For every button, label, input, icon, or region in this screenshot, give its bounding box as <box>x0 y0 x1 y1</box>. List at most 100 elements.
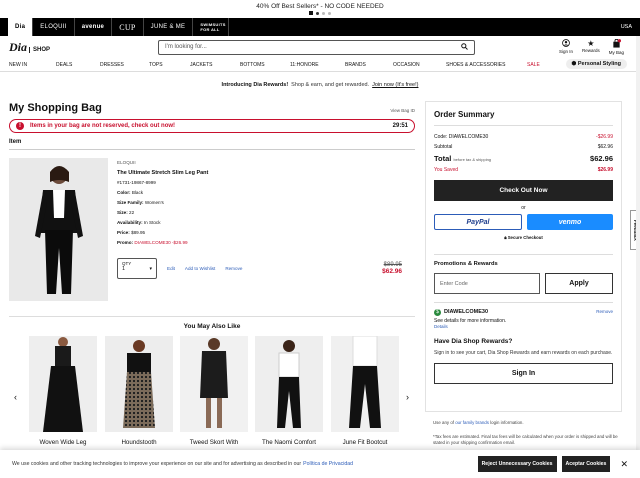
coupon-code: DIAWELCOME30 <box>444 309 489 315</box>
item-column-header: Item <box>9 139 415 150</box>
sign-in-link[interactable]: Sign In <box>559 39 573 55</box>
personal-styling-button[interactable]: ⬢ Personal Styling <box>565 59 627 69</box>
order-summary: Order Summary Code: DIAWELCOME30 -$26.99 … <box>425 101 622 412</box>
chevron-down-icon: ▾ <box>149 266 152 272</box>
search-icon[interactable] <box>461 42 468 52</box>
add-to-wishlist-link[interactable]: Add to Wishlist <box>185 266 215 271</box>
recommendation-name[interactable]: June Fit Bootcut <box>331 439 399 446</box>
product-sku: #1731-19867-8999 <box>117 180 156 185</box>
rewards-banner: Introducing Dia Rewards! Shop & earn, an… <box>0 78 640 92</box>
rewards-link[interactable]: ★ Rewards <box>582 39 600 55</box>
chevron-right-icon[interactable]: › <box>406 392 409 402</box>
nav-new-in[interactable]: NEW IN <box>9 62 27 68</box>
region-selector[interactable]: USA <box>621 24 632 30</box>
alert-text: Items in your bag are not reserved, chec… <box>30 123 176 129</box>
accept-cookies-button[interactable]: Aceptar Cookies <box>561 456 611 472</box>
total-row: Total before tax & shipping $62.96 <box>434 154 613 163</box>
privacy-policy-link[interactable]: Política de Privacidad <box>303 461 353 467</box>
join-now-link[interactable]: Join now (It's free!) <box>372 82 418 88</box>
user-icon <box>562 39 570 49</box>
cookie-text: We use cookies and other tracking techno… <box>12 461 302 467</box>
product-image[interactable] <box>9 158 108 301</box>
nav-dresses[interactable]: DRESSES <box>100 62 124 68</box>
product-brand: ELOQUII <box>117 160 136 165</box>
recommendation-card[interactable]: Tweed Skort With <box>180 336 248 446</box>
product-name[interactable]: The Ultimate Stretch Slim Leg Pant <box>117 168 208 178</box>
nav-bottoms[interactable]: BOTTOMS <box>240 62 265 68</box>
brand-eloquii[interactable]: ELOQUII <box>33 18 75 36</box>
family-brands-link[interactable]: our family brands <box>455 420 489 425</box>
carousel-dot[interactable] <box>328 11 331 15</box>
pause-icon[interactable] <box>309 11 313 15</box>
recommendation-name[interactable]: Tweed Skort With <box>180 439 248 446</box>
brand-bar: Dia ELOQUII avenue CUP JUNE & ME SWIMSUI… <box>0 18 640 36</box>
close-icon[interactable]: ✕ <box>620 459 628 470</box>
recommendation-image[interactable] <box>180 336 248 432</box>
search-input[interactable]: I'm looking for... <box>158 39 475 55</box>
site-logo[interactable]: Dia SHOP <box>9 40 51 55</box>
scrollbar[interactable] <box>636 36 640 478</box>
nav-11-honore[interactable]: 11:HONORE <box>290 62 319 68</box>
product-size: Size: 22 <box>117 210 135 215</box>
sale-price: $62.96 <box>382 268 402 275</box>
recommendation-image[interactable] <box>331 336 399 432</box>
recommendation-card[interactable]: June Fit Bootcut <box>331 336 399 446</box>
search-placeholder: I'm looking for... <box>165 44 207 50</box>
carousel-dots[interactable] <box>309 11 331 15</box>
line-item-price: $89.95 $62.96 <box>382 262 402 275</box>
product-availability: Availability: In Stock <box>117 220 161 225</box>
nav-brands[interactable]: BRANDS <box>345 62 366 68</box>
view-bag-id-link[interactable]: View Bag ID <box>390 108 415 113</box>
edit-link[interactable]: Edit <box>167 266 175 271</box>
shop-rewards-title: Have Dia Shop Rewards? <box>434 338 513 345</box>
subtotal-row: Subtotal $62.96 <box>434 144 613 150</box>
brand-avenue[interactable]: avenue <box>75 18 113 36</box>
recommendations-carousel: ‹ Woven Wide Leg Houndstooth Tweed Skort… <box>9 336 415 466</box>
brand-dia[interactable]: Dia <box>8 18 34 36</box>
venmo-button[interactable]: venmo <box>527 214 613 230</box>
remove-link[interactable]: Remove <box>225 266 242 271</box>
or-divider: or <box>521 205 526 211</box>
recommendation-image[interactable] <box>255 336 323 432</box>
summary-footnote: Use any of our family brands login infor… <box>433 420 618 446</box>
coupon-details-link[interactable]: Details <box>434 324 613 329</box>
my-bag-link[interactable]: My Bag <box>609 38 624 55</box>
shopping-bag: My Shopping Bag View Bag ID ! Items in y… <box>9 102 415 446</box>
promo-code-input[interactable]: Enter Code <box>434 273 540 294</box>
reject-cookies-button[interactable]: Reject Unnecessary Cookies <box>477 456 557 472</box>
nav-sale[interactable]: SALE <box>527 62 540 68</box>
paypal-button[interactable]: PayPal <box>434 214 522 230</box>
chevron-left-icon[interactable]: ‹ <box>14 392 17 402</box>
recommendation-image[interactable] <box>29 336 97 432</box>
carousel-dot[interactable] <box>322 11 325 15</box>
nav-deals[interactable]: DEALS <box>56 62 72 68</box>
tax-note: *Tax fees are estimated. Final tax fees … <box>433 433 618 446</box>
nav-tops[interactable]: TOPS <box>149 62 163 68</box>
brand-swimsuits[interactable]: SWIMSUITS FOR ALL <box>193 18 230 36</box>
promo-text: 40% Off Best Sellers* - NO CODE NEEDED <box>256 3 384 10</box>
recommendation-name[interactable]: Houndstooth <box>105 439 173 446</box>
product-price: Price: $89.95 <box>117 230 146 235</box>
recommendations-title: You May Also Like <box>9 316 415 330</box>
sign-in-button[interactable]: Sign In <box>434 363 613 384</box>
nav-jackets[interactable]: JACKETS <box>190 62 213 68</box>
recommendation-card[interactable]: The Naomi Comfort <box>255 336 323 446</box>
carousel-dot[interactable] <box>316 11 319 15</box>
recommendation-card[interactable]: Houndstooth <box>105 336 173 446</box>
brand-june-me[interactable]: JUNE & ME <box>144 18 194 36</box>
recommendation-name[interactable]: The Naomi Comfort <box>255 439 323 446</box>
coupon-remove-link[interactable]: Remove <box>596 309 613 314</box>
brand-cup[interactable]: CUP <box>112 18 144 36</box>
promotions-title: Promotions & Rewards <box>434 254 613 267</box>
checkout-button[interactable]: Check Out Now <box>434 180 613 201</box>
nav-shoes-accessories[interactable]: SHOES & ACCESSORIES <box>446 62 505 68</box>
main-nav: NEW IN DEALS DRESSES TOPS JACKETS BOTTOM… <box>0 58 640 72</box>
recommendation-name[interactable]: Woven Wide Leg <box>29 439 97 446</box>
recommendation-image[interactable] <box>105 336 173 432</box>
line-item-actions: Edit Add to Wishlist Remove <box>167 266 242 271</box>
nav-occasion[interactable]: OCCASION <box>393 62 420 68</box>
quantity-select[interactable]: QTY 1 ▾ <box>117 258 157 279</box>
apply-button[interactable]: Apply <box>545 273 613 294</box>
saved-row: You Saved $26.99 <box>434 167 613 173</box>
recommendation-card[interactable]: Woven Wide Leg <box>29 336 97 446</box>
